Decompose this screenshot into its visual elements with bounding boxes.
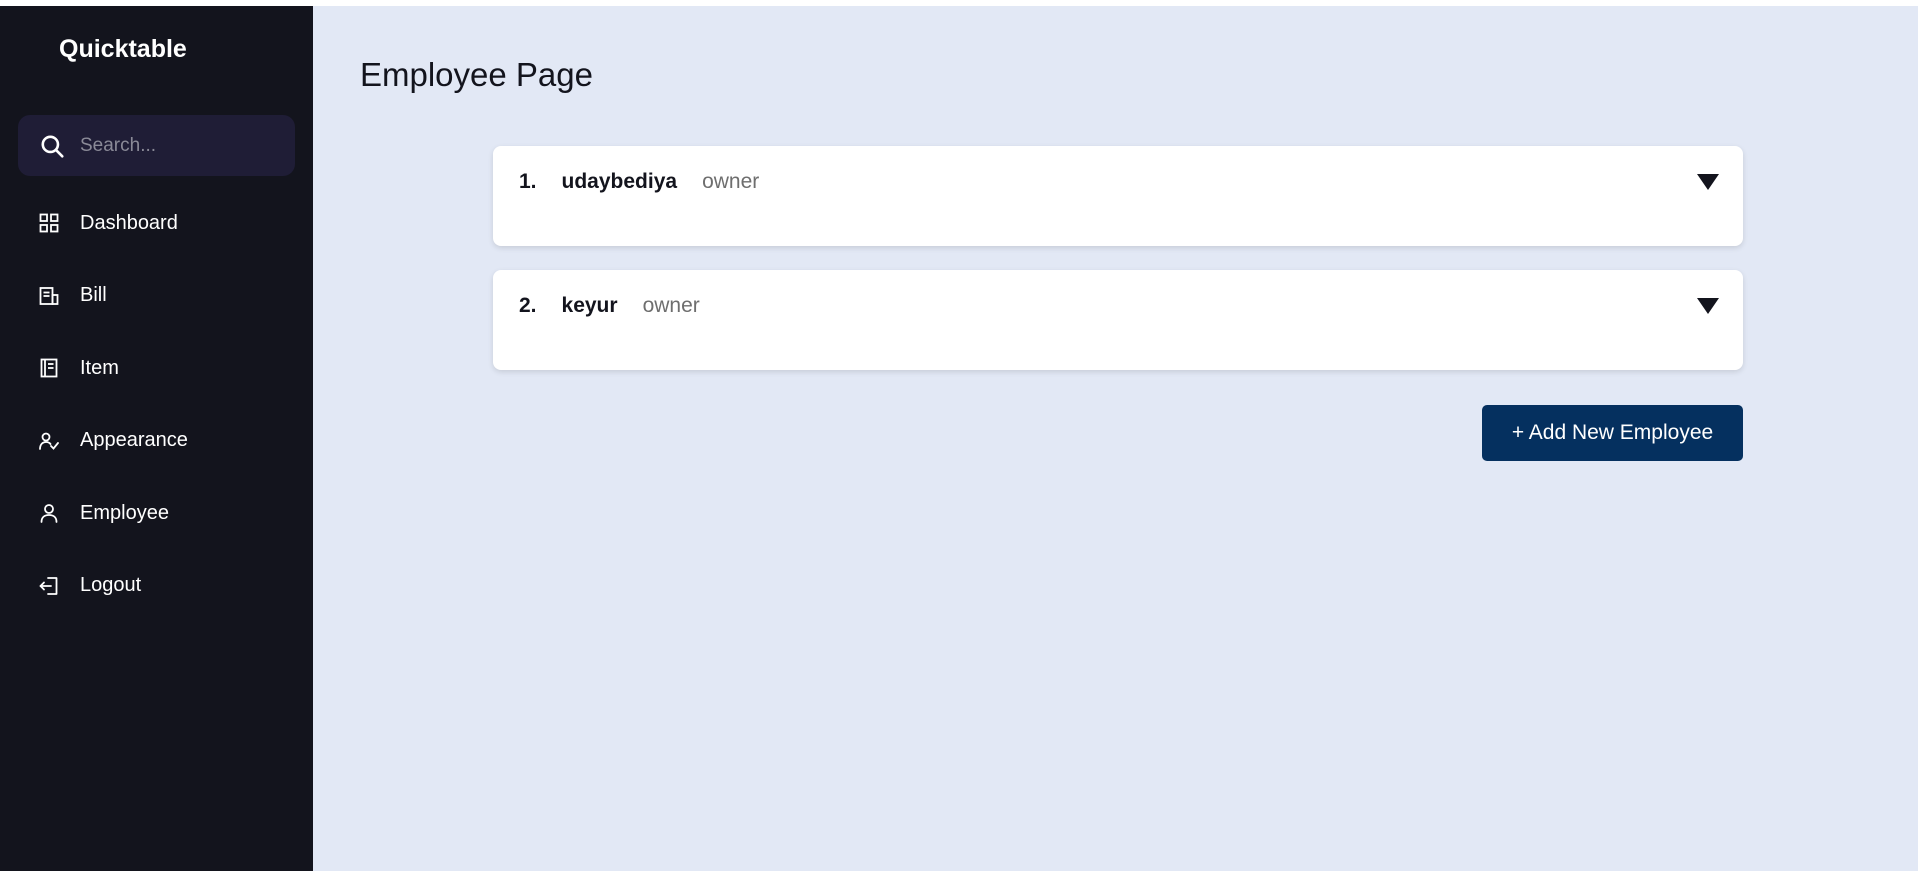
employee-card[interactable]: 1. udaybediya owner [493,146,1743,246]
sidebar-item-label: Employee [80,501,169,524]
search-input[interactable] [80,134,280,157]
employee-row: 2. keyur owner [519,294,700,318]
item-icon [37,356,61,380]
employee-name: udaybediya [561,170,678,193]
page-title: Employee Page [360,56,593,93]
sidebar-item-appearance[interactable]: Appearance [0,405,313,478]
sidebar-item-label: Item [80,356,119,379]
sidebar-nav: Dashboard Bill Item Appearance Employee … [0,187,313,622]
sidebar-item-employee[interactable]: Employee [0,477,313,550]
sidebar-item-dashboard[interactable]: Dashboard [0,187,313,260]
employee-name: keyur [561,294,618,317]
appearance-icon [37,429,61,453]
sidebar-item-logout[interactable]: Logout [0,550,313,623]
add-employee-button[interactable]: + Add New Employee [1482,405,1743,461]
search-icon [38,132,66,160]
caret-down-icon[interactable] [1697,174,1719,190]
sidebar-item-label: Dashboard [80,211,178,234]
employee-role: owner [642,294,700,317]
sidebar-item-label: Appearance [80,429,188,452]
sidebar-item-label: Logout [80,574,142,597]
sidebar-item-label: Bill [80,284,107,307]
sidebar-item-bill[interactable]: Bill [0,260,313,333]
logout-icon [37,574,61,598]
employee-icon [37,501,61,525]
employee-number: 2. [519,294,537,317]
employee-role: owner [702,170,760,193]
app-root: Quicktable Dash [0,6,1918,871]
bill-icon [37,284,61,308]
brand-logo: Quicktable [59,35,187,63]
dashboard-icon [37,211,61,235]
employee-card[interactable]: 2. keyur owner [493,270,1743,370]
employee-number: 1. [519,170,537,193]
sidebar: Quicktable Dash [0,6,313,871]
caret-down-icon[interactable] [1697,298,1719,314]
sidebar-item-item[interactable]: Item [0,332,313,405]
search-box [18,115,295,176]
employee-list: 1. udaybediya owner 2. keyur owner [493,146,1743,394]
employee-row: 1. udaybediya owner [519,170,759,194]
main-content: Employee Page 1. udaybediya owner 2. key… [313,6,1918,871]
